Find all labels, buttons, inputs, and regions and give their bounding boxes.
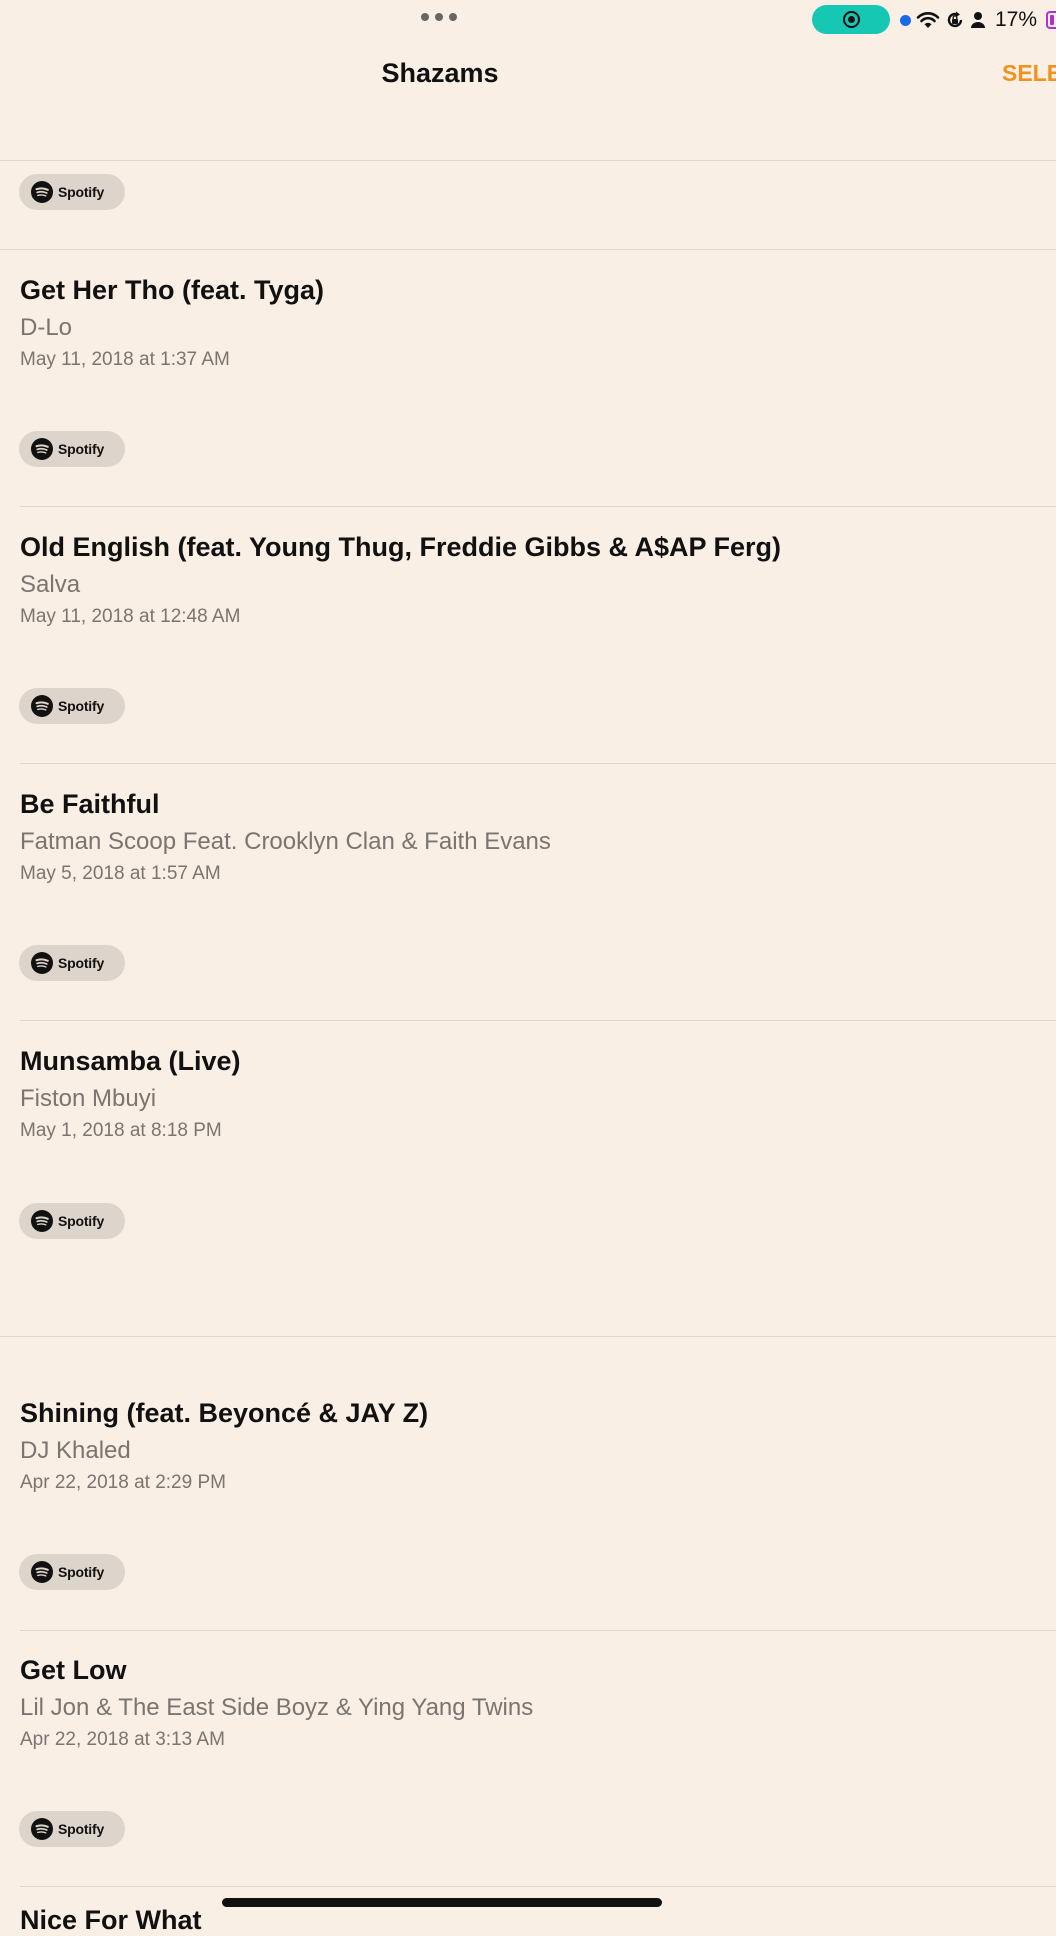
multitask-dots-icon[interactable] <box>421 13 457 21</box>
battery-icon <box>1046 11 1056 29</box>
spotify-button[interactable]: Spotify <box>19 431 125 467</box>
spotify-icon <box>31 952 53 974</box>
home-indicator[interactable] <box>222 1898 662 1907</box>
nav-divider <box>0 160 1056 161</box>
spotify-label: Spotify <box>58 1564 105 1580</box>
row-divider <box>20 1630 1056 1631</box>
song-title[interactable]: Shining (feat. Beyoncé & JAY Z) <box>20 1398 428 1429</box>
song-date: May 11, 2018 at 1:37 AM <box>20 349 230 370</box>
song-artist: Fiston Mbuyi <box>20 1085 157 1112</box>
page-title: Shazams <box>381 58 499 88</box>
song-date: Apr 22, 2018 at 2:29 PM <box>20 1472 226 1493</box>
song-artist: Salva <box>20 571 81 598</box>
row-divider <box>20 1020 1056 1021</box>
song-date: May 1, 2018 at 8:18 PM <box>20 1120 222 1141</box>
song-date: May 5, 2018 at 1:57 AM <box>20 863 221 884</box>
row-divider <box>20 1886 1056 1887</box>
song-artist: D-Lo <box>20 314 73 341</box>
spotify-label: Spotify <box>58 1821 105 1837</box>
spotify-icon <box>31 1210 53 1232</box>
status-icons: 17% <box>900 8 1056 32</box>
screen-record-indicator[interactable] <box>812 5 890 34</box>
spotify-label: Spotify <box>58 698 105 714</box>
screen-record-icon <box>843 11 860 28</box>
spotify-label: Spotify <box>58 955 105 971</box>
spotify-icon <box>31 438 53 460</box>
status-bar: 17% <box>0 0 1056 40</box>
row-divider <box>20 506 1056 507</box>
spotify-button[interactable]: Spotify <box>19 174 125 210</box>
section-divider <box>0 1336 1056 1337</box>
song-title[interactable]: Munsamba (Live) <box>20 1046 241 1077</box>
spotify-label: Spotify <box>58 184 105 200</box>
battery-percentage: 17% <box>995 8 1038 31</box>
spotify-icon <box>31 181 53 203</box>
spotify-button[interactable]: Spotify <box>19 1203 125 1239</box>
spotify-icon <box>31 1561 53 1583</box>
wifi-icon <box>916 12 940 28</box>
song-date: May 11, 2018 at 12:48 AM <box>20 606 241 627</box>
song-title[interactable]: Be Faithful <box>20 789 160 820</box>
spotify-icon <box>31 1818 53 1840</box>
spotify-button[interactable]: Spotify <box>19 945 125 981</box>
song-title[interactable]: Get Low <box>20 1655 127 1686</box>
spotify-icon <box>31 695 53 717</box>
song-title[interactable]: Old English (feat. Young Thug, Freddie G… <box>20 532 781 563</box>
song-date: Apr 22, 2018 at 3:13 AM <box>20 1729 225 1750</box>
spotify-button[interactable]: Spotify <box>19 1811 125 1847</box>
song-title[interactable]: Nice For What <box>20 1905 202 1936</box>
spotify-button[interactable]: Spotify <box>19 1554 125 1590</box>
spotify-label: Spotify <box>58 1213 105 1229</box>
spotify-label: Spotify <box>58 441 105 457</box>
song-artist: DJ Khaled <box>20 1437 131 1464</box>
row-divider <box>0 249 1056 250</box>
song-title[interactable]: Get Her Tho (feat. Tyga) <box>20 275 324 306</box>
song-artist: Lil Jon & The East Side Boyz & Ying Yang… <box>20 1694 534 1721</box>
spotify-button[interactable]: Spotify <box>19 688 125 724</box>
person-icon <box>971 12 985 28</box>
orientation-lock-icon <box>947 11 963 28</box>
song-artist: Fatman Scoop Feat. Crooklyn Clan & Faith… <box>20 828 551 855</box>
row-divider <box>20 763 1056 764</box>
location-dot-icon <box>900 14 911 26</box>
select-button[interactable]: SELECT <box>1002 60 1056 87</box>
